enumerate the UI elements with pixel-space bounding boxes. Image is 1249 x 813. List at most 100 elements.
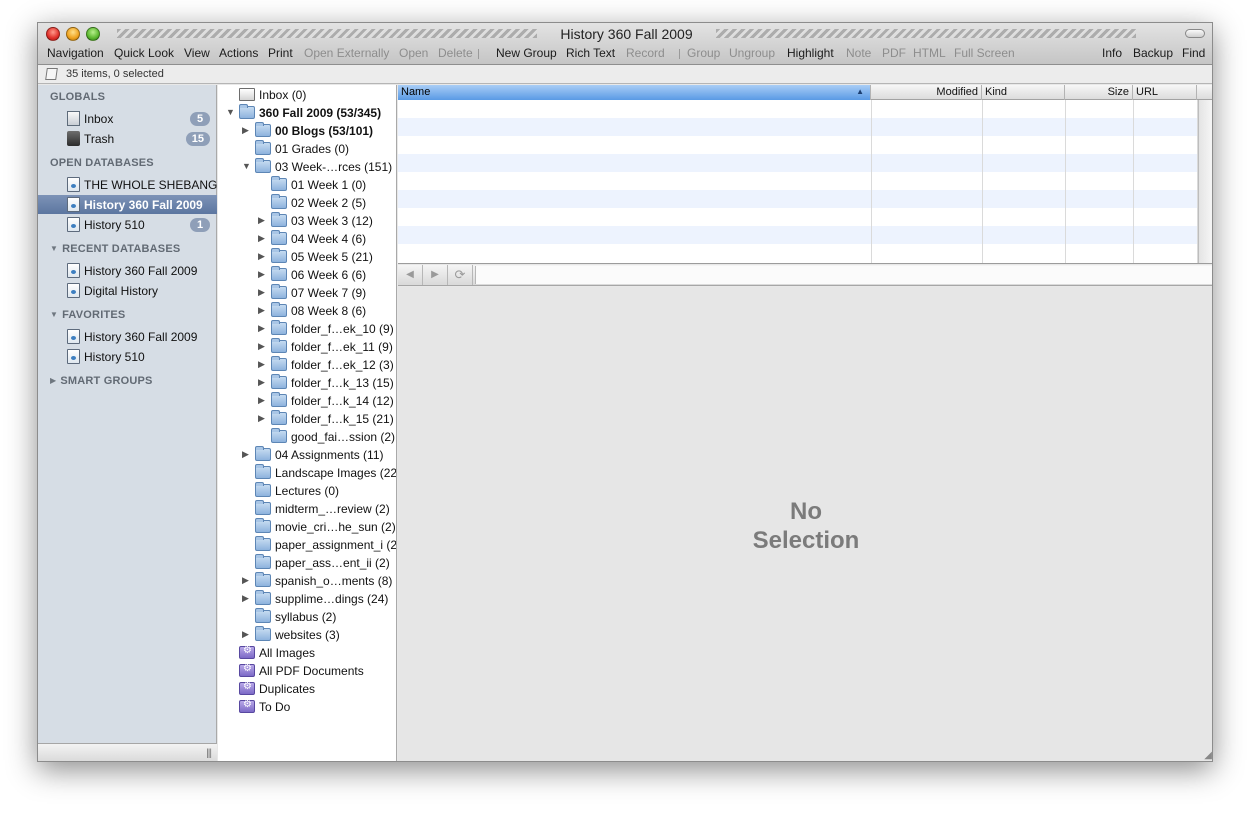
outline-row-label: 03 Week-…rces (151) <box>275 160 393 174</box>
smart-group-icon <box>239 681 255 695</box>
disclosure-closed-icon[interactable]: ▶ <box>258 341 265 352</box>
outline-row-label: movie_cri…he_sun (2) <box>275 520 396 534</box>
toolbar-highlight-button[interactable]: Highlight <box>787 46 834 60</box>
disclosure-closed-icon[interactable]: ▶ <box>258 305 265 316</box>
toolbar-info-button[interactable]: Info <box>1102 46 1122 60</box>
reload-icon[interactable]: ⟳ <box>448 265 473 285</box>
minimize-window-button[interactable] <box>66 27 80 41</box>
outline-row[interactable]: ▶ folder_f…k_13 (15) <box>218 374 396 392</box>
sidebar-item-inbox[interactable]: Inbox 5 <box>38 109 217 128</box>
disclosure-closed-icon[interactable]: ▶ <box>242 575 249 586</box>
disclosure-closed-icon[interactable]: ▶ <box>258 413 265 424</box>
toolbar-navigation-button[interactable]: Navigation <box>47 46 104 60</box>
outline-row[interactable]: Landscape Images (22) <box>218 464 396 482</box>
outline-row[interactable]: 01 Week 1 (0) <box>218 176 396 194</box>
toolbar-find-button[interactable]: Find <box>1182 46 1205 60</box>
resize-grip-icon[interactable]: ||| <box>206 748 212 759</box>
app-window: History 360 Fall 2009 Navigation Quick Lo… <box>37 22 1213 762</box>
disclosure-closed-icon[interactable]: ▶ <box>258 395 265 406</box>
outline-row[interactable]: ▶ folder_f…k_14 (12) <box>218 392 396 410</box>
outline-row[interactable]: ▶ spanish_o…ments (8) <box>218 572 396 590</box>
outline-row[interactable]: ▶ websites (3) <box>218 626 396 644</box>
sidebar-item-history-510[interactable]: History 510 <box>38 347 217 366</box>
column-header-kind[interactable]: Kind <box>982 85 1065 100</box>
outline-row[interactable]: ▶ supplime…dings (24) <box>218 590 396 608</box>
outline-row[interactable]: paper_assignment_i (2) <box>218 536 396 554</box>
disclosure-closed-icon[interactable]: ▶ <box>242 449 249 460</box>
sidebar-item-history-360-fall-2009[interactable]: History 360 Fall 2009 <box>38 261 217 280</box>
column-header-modified[interactable]: Modified <box>871 85 982 100</box>
outline-row[interactable]: ▶ 05 Week 5 (21) <box>218 248 396 266</box>
toolbar-actions-button[interactable]: Actions <box>219 46 258 60</box>
toolbar-backup-button[interactable]: Backup <box>1133 46 1173 60</box>
window-resize-icon[interactable]: ◢ <box>1204 750 1212 761</box>
sidebar-item-trash[interactable]: Trash 15 <box>38 129 217 148</box>
toolbar-quick-look-button[interactable]: Quick Look <box>114 46 174 60</box>
disclosure-closed-icon[interactable]: ▶ <box>242 629 249 640</box>
column-header-url[interactable]: URL <box>1133 85 1197 100</box>
forward-arrow-icon[interactable]: ▶ <box>423 265 448 285</box>
outline-row[interactable]: ▶ folder_f…k_15 (21) <box>218 410 396 428</box>
column-header-name[interactable]: Name ▲ <box>398 85 871 100</box>
outline-row[interactable]: ▶ 03 Week 3 (12) <box>218 212 396 230</box>
disclosure-closed-icon[interactable]: ▶ <box>242 125 249 136</box>
outline-row[interactable]: ▼ 03 Week-…rces (151) <box>218 158 396 176</box>
outline-row[interactable]: Inbox (0) <box>218 86 396 104</box>
disclosure-closed-icon[interactable]: ▶ <box>258 287 265 298</box>
sidebar-item-history-360-fall-2009[interactable]: History 360 Fall 2009 <box>38 195 217 214</box>
outline-row[interactable]: good_fai…ssion (2) <box>218 428 396 446</box>
disclosure-closed-icon[interactable]: ▶ <box>258 233 265 244</box>
zoom-window-button[interactable] <box>86 27 100 41</box>
outline-row[interactable]: ▶ folder_f…ek_12 (3) <box>218 356 396 374</box>
recent-databases-header[interactable]: ▼ RECENT DATABASES <box>50 243 180 255</box>
toolbar-view-button[interactable]: View <box>184 46 210 60</box>
disclosure-closed-icon[interactable]: ▶ <box>258 251 265 262</box>
smart-groups-header[interactable]: ▶ SMART GROUPS <box>50 375 153 387</box>
toolbar-new-group-button[interactable]: New Group <box>496 46 557 60</box>
url-field[interactable] <box>475 266 1212 284</box>
disclosure-open-icon[interactable]: ▼ <box>242 161 251 171</box>
outline-row[interactable]: movie_cri…he_sun (2) <box>218 518 396 536</box>
outline-row[interactable]: All Images <box>218 644 396 662</box>
disclosure-closed-icon[interactable]: ▶ <box>258 377 265 388</box>
close-window-button[interactable] <box>46 27 60 41</box>
outline-row[interactable]: ▶ 04 Week 4 (6) <box>218 230 396 248</box>
disclosure-closed-icon[interactable]: ▶ <box>258 323 265 334</box>
outline-row-label: 07 Week 7 (9) <box>291 286 367 300</box>
disclosure-closed-icon[interactable]: ▶ <box>258 269 265 280</box>
outline-row[interactable]: 02 Week 2 (5) <box>218 194 396 212</box>
outline-row[interactable]: ▶ 08 Week 8 (6) <box>218 302 396 320</box>
disclosure-closed-icon[interactable]: ▶ <box>242 593 249 604</box>
sidebar-item-the-whole-shebang[interactable]: THE WHOLE SHEBANG <box>38 175 217 194</box>
list-scrollbar[interactable] <box>1198 100 1212 263</box>
disclosure-closed-icon[interactable]: ▶ <box>258 215 265 226</box>
outline-row[interactable]: Duplicates <box>218 680 396 698</box>
outline-row[interactable]: ▼ 360 Fall 2009 (53/345) <box>218 104 396 122</box>
outline-row[interactable]: ▶ 04 Assignments (11) <box>218 446 396 464</box>
outline-row[interactable]: ▶ folder_f…ek_11 (9) <box>218 338 396 356</box>
outline-row[interactable]: syllabus (2) <box>218 608 396 626</box>
column-header-size[interactable]: Size <box>1065 85 1133 100</box>
outline-row[interactable]: ▶ 00 Blogs (53/101) <box>218 122 396 140</box>
disclosure-closed-icon[interactable]: ▶ <box>258 359 265 370</box>
folder-icon <box>255 626 271 641</box>
toolbar-rich-text-button[interactable]: Rich Text <box>566 46 615 60</box>
toolbar-separator <box>679 49 680 59</box>
outline-row[interactable]: Lectures (0) <box>218 482 396 500</box>
outline-row[interactable]: ▶ 07 Week 7 (9) <box>218 284 396 302</box>
outline-row[interactable]: paper_ass…ent_ii (2) <box>218 554 396 572</box>
outline-row[interactable]: ▶ folder_f…ek_10 (9) <box>218 320 396 338</box>
outline-row[interactable]: midterm_…review (2) <box>218 500 396 518</box>
outline-row[interactable]: All PDF Documents <box>218 662 396 680</box>
outline-row[interactable]: ▶ 06 Week 6 (6) <box>218 266 396 284</box>
sidebar-item-history-510[interactable]: History 510 1 <box>38 215 217 234</box>
sidebar-item-digital-history[interactable]: Digital History <box>38 281 217 300</box>
toolbar-print-button[interactable]: Print <box>268 46 293 60</box>
toolbar-toggle-button[interactable] <box>1185 29 1205 38</box>
favorites-header[interactable]: ▼ FAVORITES <box>50 309 125 321</box>
disclosure-open-icon[interactable]: ▼ <box>226 107 235 117</box>
outline-row[interactable]: 01 Grades (0) <box>218 140 396 158</box>
back-arrow-icon[interactable]: ◀ <box>398 265 423 285</box>
sidebar-item-history-360-fall-2009[interactable]: History 360 Fall 2009 <box>38 327 217 346</box>
outline-row[interactable]: To Do <box>218 698 396 716</box>
